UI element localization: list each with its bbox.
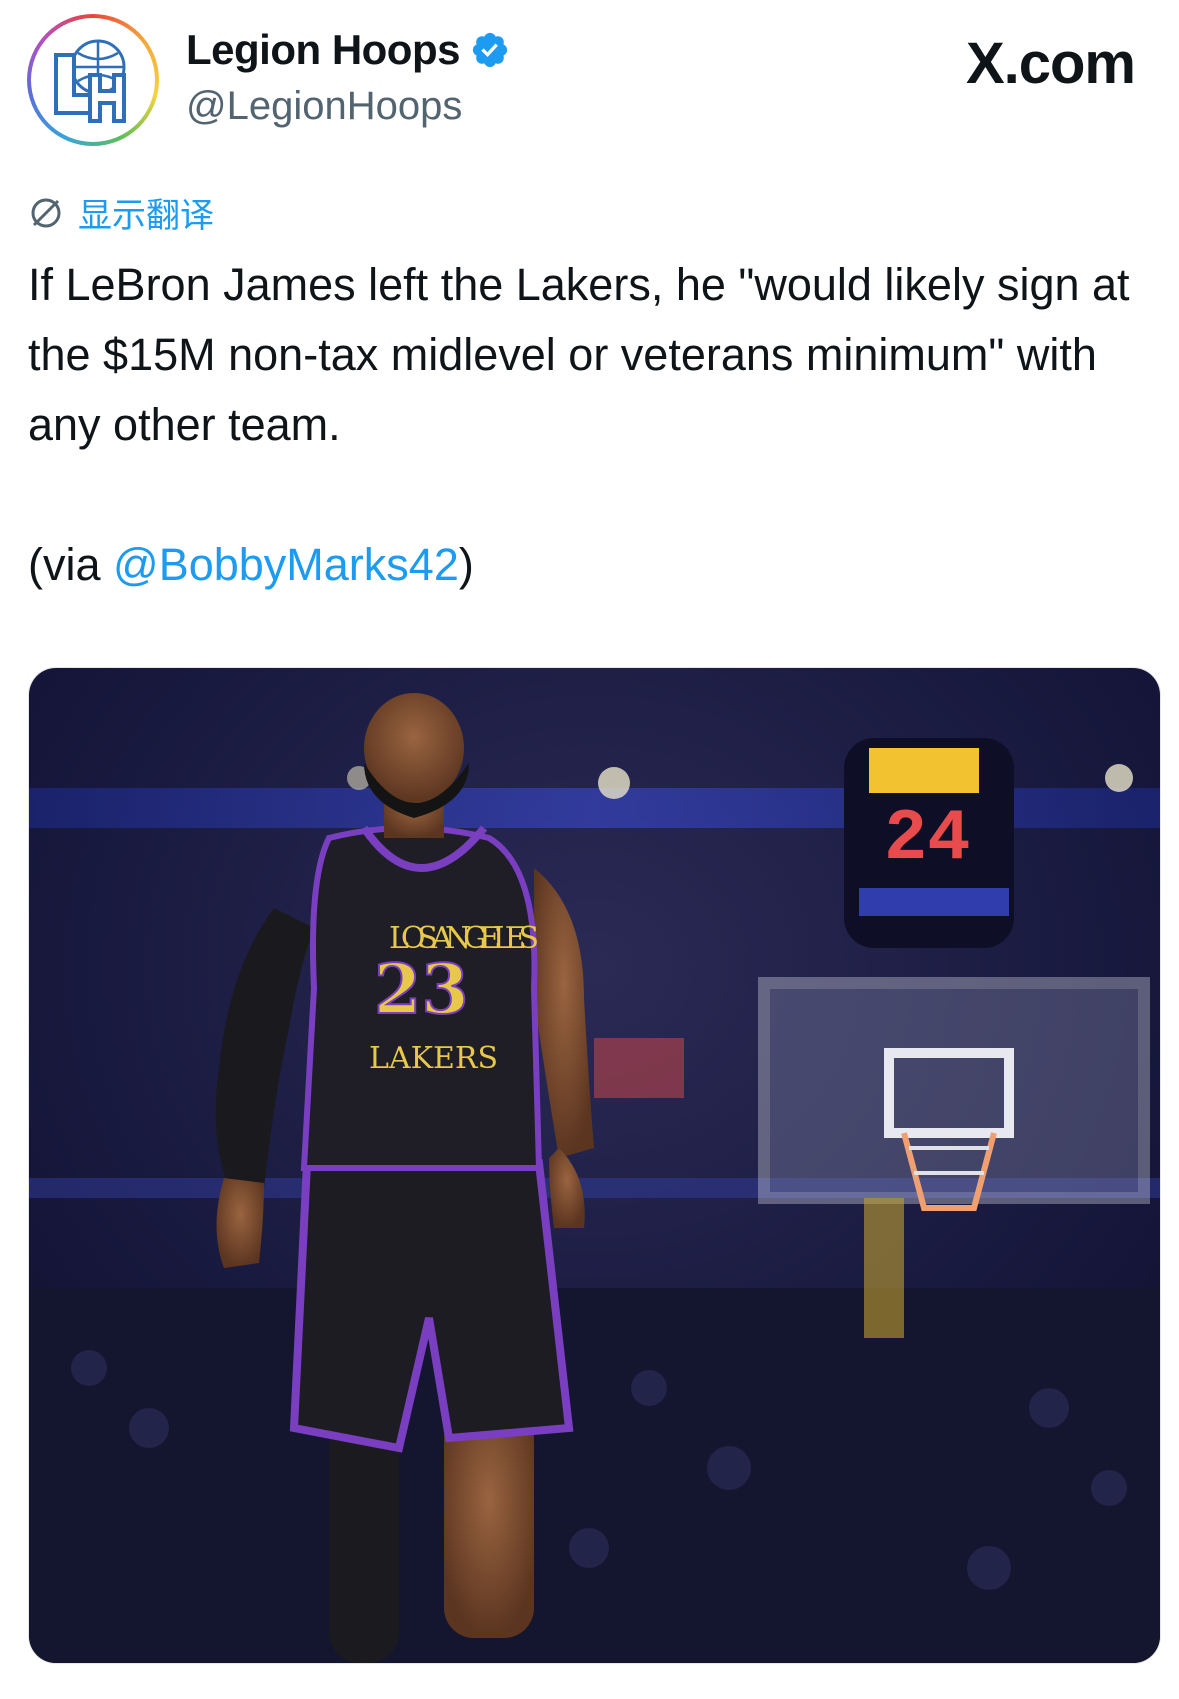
tweet-media-image[interactable]: 24 LOS ANGELES 23 LAKERS xyxy=(28,667,1161,1664)
show-translation-label: 显示翻译 xyxy=(78,197,214,235)
avatar[interactable] xyxy=(27,14,159,146)
tweet-via: (via @BobbyMarks42) xyxy=(28,530,1148,600)
jersey-number-text: 23 xyxy=(374,950,469,1030)
basketball-player-photo: 24 LOS ANGELES 23 LAKERS xyxy=(29,668,1160,1663)
tweet-body: If LeBron James left the Lakers, he "wou… xyxy=(28,259,1130,450)
author-name-label: Legion Hoops xyxy=(186,26,460,73)
brand-watermark: X.com xyxy=(965,31,1136,96)
mention-link[interactable]: @BobbyMarks42 xyxy=(113,539,459,590)
verified-badge-icon xyxy=(472,32,508,68)
author-name[interactable]: Legion Hoops xyxy=(186,26,510,74)
author-handle[interactable]: @LegionHoops xyxy=(186,84,462,129)
jersey-team-text: LAKERS xyxy=(369,1041,498,1076)
tweet-text: If LeBron James left the Lakers, he "wou… xyxy=(28,250,1148,600)
legion-hoops-logo xyxy=(54,39,126,123)
show-translation-button[interactable]: 显示翻译 xyxy=(28,188,214,237)
via-suffix: ) xyxy=(458,539,474,590)
shot-clock-digits: 24 xyxy=(884,798,970,880)
translate-globe-icon xyxy=(31,198,61,227)
via-prefix: (via xyxy=(28,539,114,590)
